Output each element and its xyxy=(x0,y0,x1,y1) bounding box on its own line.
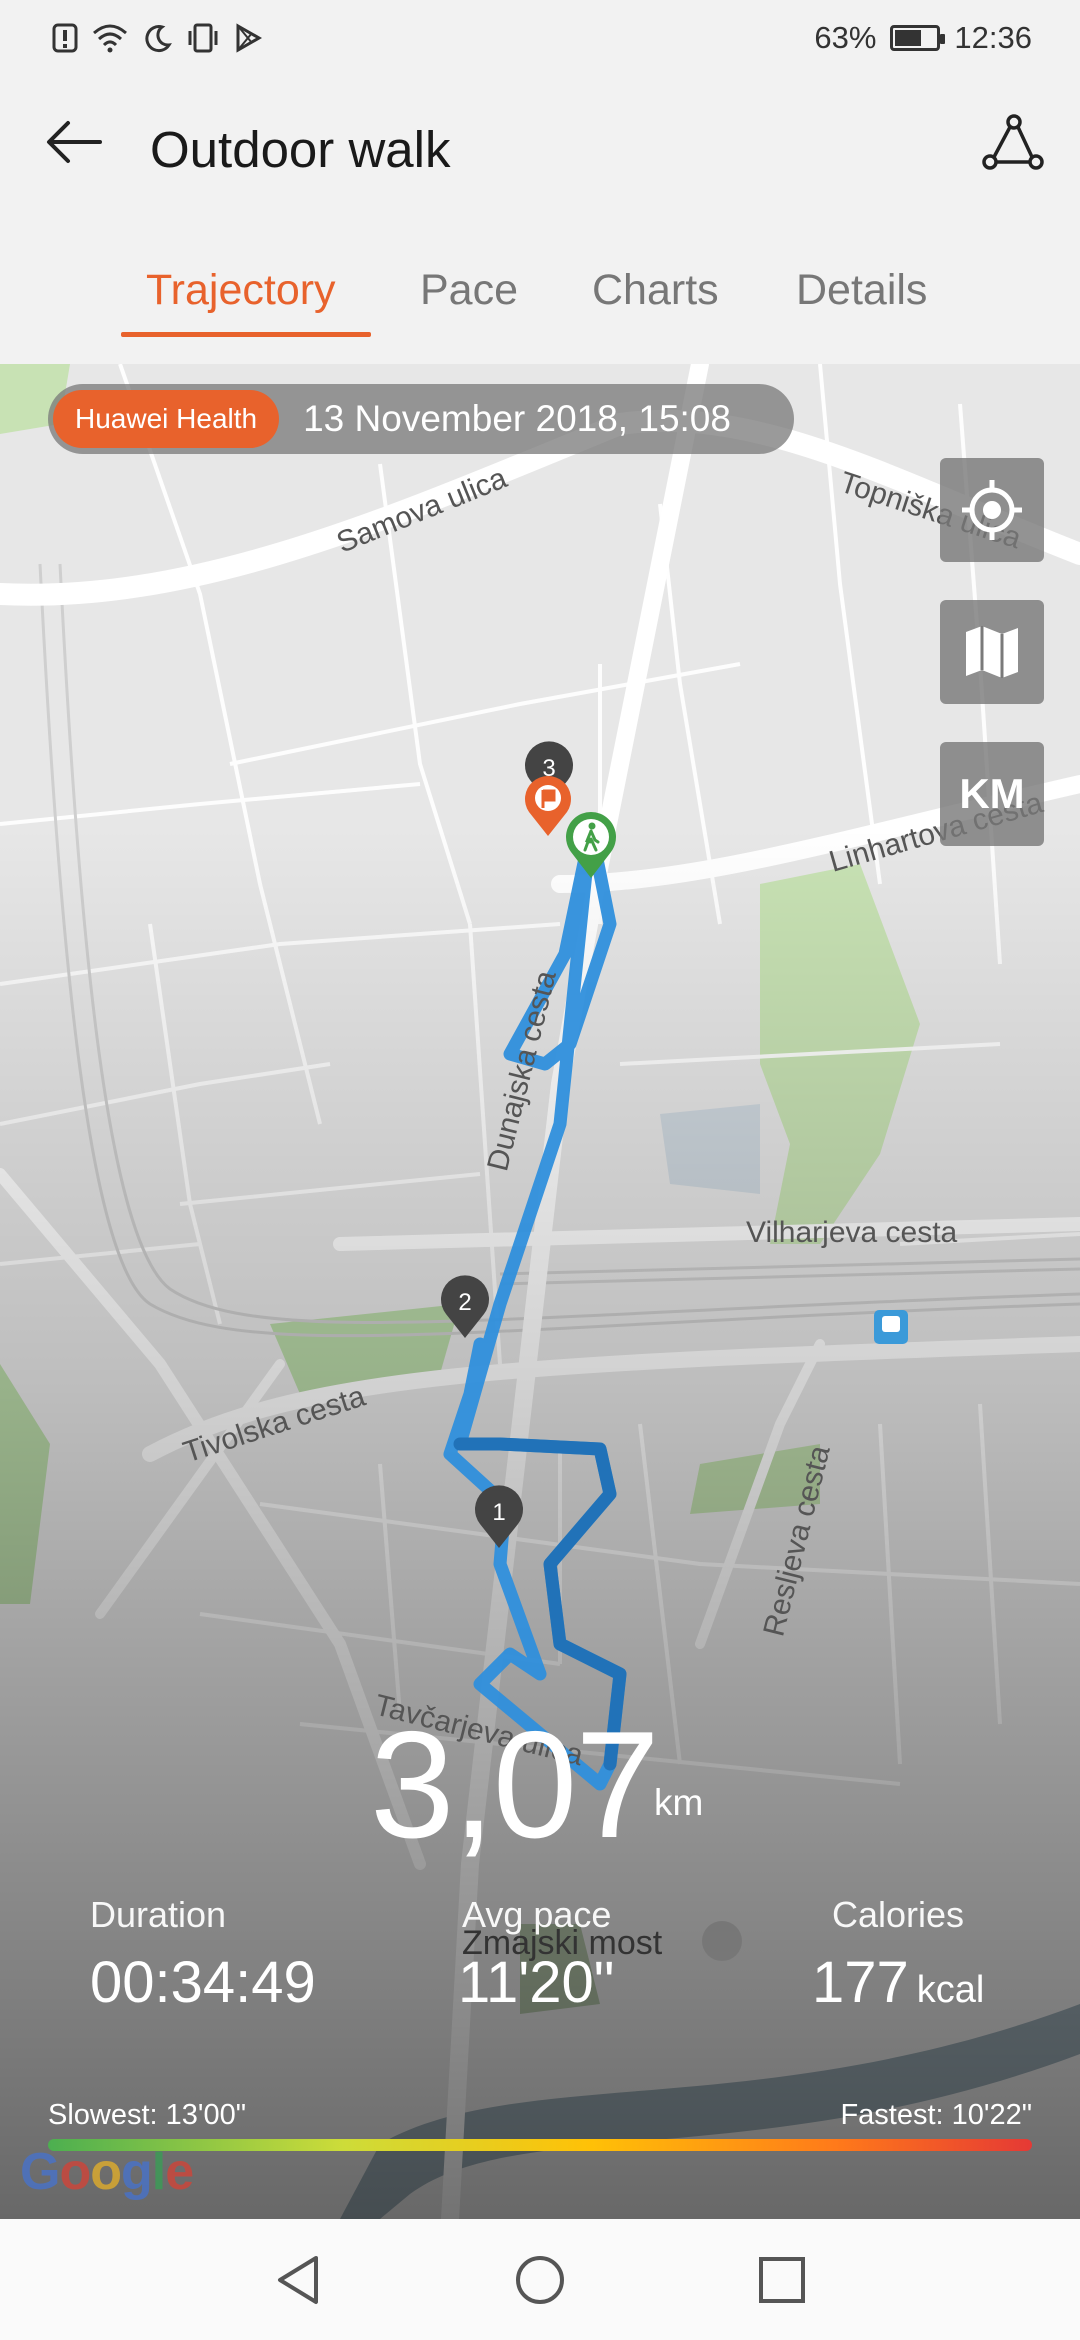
map-view[interactable]: Samova ulica Topniška ulica Linhartova c… xyxy=(0,364,1080,2219)
slowest-pace: Slowest: 13'00" xyxy=(48,2099,247,2131)
map-pin-icon: 2 xyxy=(441,1275,489,1338)
route-icon xyxy=(982,114,1044,170)
distance-unit: km xyxy=(654,1782,704,1823)
tab-bar: Trajectory Pace Charts Details xyxy=(0,226,1080,364)
tab-charts[interactable]: Charts xyxy=(592,266,719,315)
distance-value: 3,07 xyxy=(370,1700,660,1870)
wifi-icon xyxy=(93,24,127,53)
battery-icon xyxy=(890,25,946,51)
km-label: KM xyxy=(959,770,1025,817)
map-type-button[interactable] xyxy=(940,600,1044,704)
map-icon xyxy=(966,626,1018,678)
avg-pace-value: 11'20" xyxy=(458,1950,615,2015)
checkpoint-marker-1[interactable]: 1 xyxy=(470,1484,528,1550)
vibrate-icon xyxy=(188,23,218,53)
crosshair-icon xyxy=(962,480,1022,540)
page-title: Outdoor walk xyxy=(150,121,451,178)
duration-value: 00:34:49 xyxy=(90,1950,316,2015)
workout-date-pill: Huawei Health 13 November 2018, 15:08 xyxy=(48,384,794,454)
workout-date: 13 November 2018, 15:08 xyxy=(303,398,731,439)
unit-toggle-button[interactable]: KM xyxy=(940,742,1044,846)
marker-label: 2 xyxy=(458,1289,471,1316)
app-bar: Outdoor walk xyxy=(0,76,1080,226)
status-icons-left xyxy=(52,23,262,53)
battery-fill xyxy=(895,30,921,46)
route-button[interactable] xyxy=(976,106,1048,178)
back-button[interactable] xyxy=(38,106,110,178)
calories-value: 177 xyxy=(812,1950,909,2015)
huawei-health-badge: Huawei Health xyxy=(53,390,280,448)
calories-label: Calories xyxy=(832,1894,965,1935)
marker-label: 1 xyxy=(492,1499,505,1526)
avg-pace-label: Avg pace xyxy=(462,1894,612,1935)
status-icons-right: 63% 12:36 xyxy=(814,20,1032,56)
map-pin-icon: 1 xyxy=(475,1485,523,1548)
google-logo: Google xyxy=(20,2143,194,2201)
nav-recents-icon[interactable] xyxy=(756,2254,808,2306)
start-walk-marker-icon xyxy=(566,812,616,878)
status-bar: 63% 12:36 xyxy=(0,0,1080,76)
play-store-icon xyxy=(236,23,262,53)
battery-percent: 63% xyxy=(814,20,877,55)
tab-pace[interactable]: Pace xyxy=(420,266,518,315)
system-nav-bar xyxy=(0,2219,1080,2340)
fastest-pace: Fastest: 10'22" xyxy=(840,2099,1032,2131)
pace-gradient-bar xyxy=(48,2139,1032,2151)
checkpoint-marker-2[interactable]: 2 xyxy=(436,1274,494,1340)
duration-label: Duration xyxy=(90,1894,227,1935)
arrow-left-icon xyxy=(47,121,102,163)
nav-home-icon[interactable] xyxy=(514,2254,566,2306)
street-label-vilharjeva: Vilharjeva cesta xyxy=(746,1216,958,1249)
moon-icon xyxy=(145,25,172,53)
alert-icon xyxy=(52,23,78,53)
nav-back-icon[interactable] xyxy=(272,2254,324,2306)
calories-value-wrap: 177 kcal xyxy=(812,1949,984,2016)
calories-unit: kcal xyxy=(916,1969,985,2011)
tab-indicator xyxy=(121,332,371,337)
locate-button[interactable] xyxy=(940,458,1044,562)
tab-details[interactable]: Details xyxy=(796,266,927,315)
tab-trajectory[interactable]: Trajectory xyxy=(146,266,336,315)
clock: 12:36 xyxy=(954,20,1032,55)
